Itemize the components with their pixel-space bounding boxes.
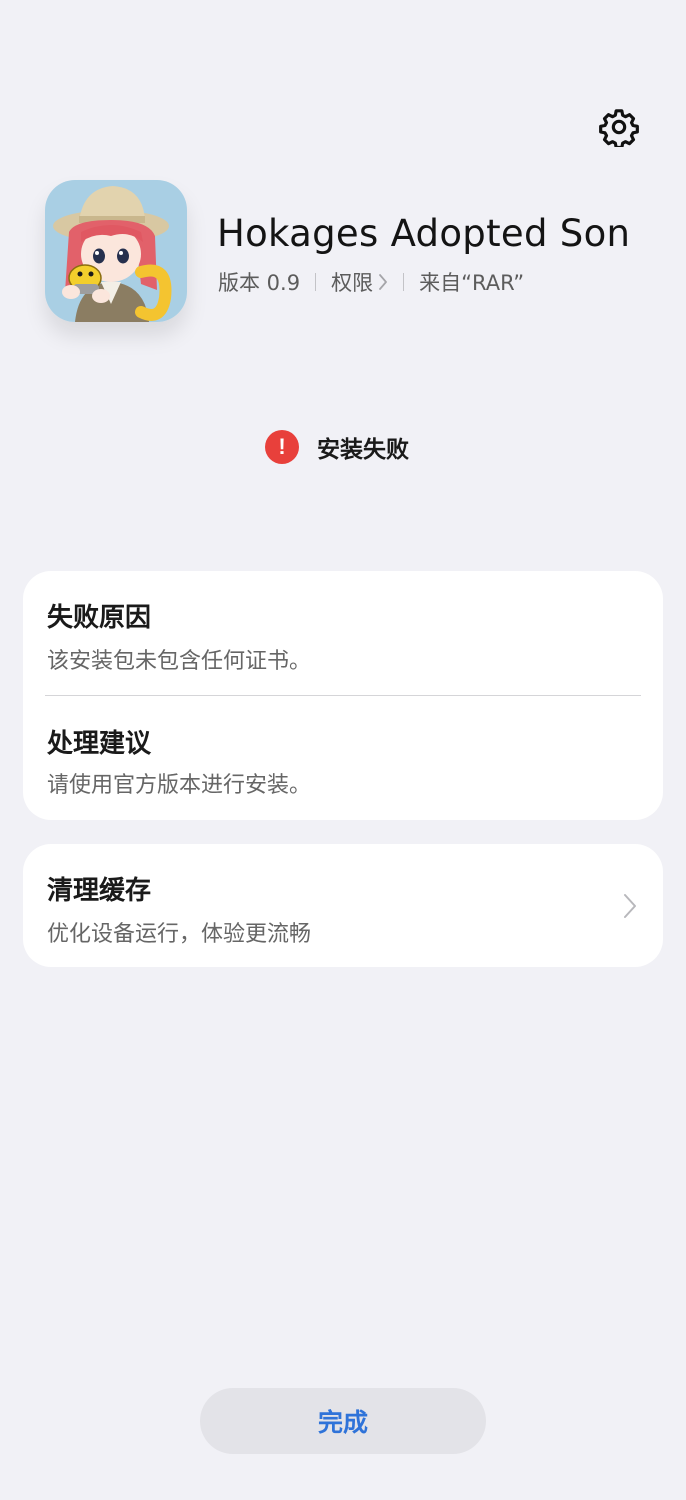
clear-cache-card[interactable]: 清理缓存 优化设备运行，体验更流畅 (23, 844, 663, 967)
install-status: ! 安装失败 (0, 427, 686, 467)
clear-cache-desc: 优化设备运行，体验更流畅 (47, 922, 312, 947)
status-text: 安装失败 (317, 437, 409, 463)
suggestion-title: 处理建议 (47, 729, 152, 759)
error-icon: ! (265, 430, 299, 464)
done-button[interactable]: 完成 (200, 1388, 486, 1454)
chevron-right-icon (378, 273, 388, 291)
app-source: 来自“RAR” (419, 271, 525, 295)
settings-button[interactable] (598, 106, 640, 148)
chevron-right-icon (623, 892, 637, 924)
divider (45, 695, 641, 696)
meta-divider (403, 273, 405, 291)
failure-reason-desc: 该安装包未包含任何证书。 (47, 649, 312, 674)
app-icon (45, 180, 187, 322)
app-version: 版本 0.9 (218, 271, 301, 295)
permissions-link[interactable]: 权限 (331, 267, 388, 297)
meta-divider (315, 273, 317, 291)
permissions-label: 权限 (331, 271, 374, 295)
clear-cache-title: 清理缓存 (47, 876, 152, 906)
failure-info-card: 失败原因 该安装包未包含任何证书。 处理建议 请使用官方版本进行安装。 (23, 571, 663, 820)
gear-icon (599, 109, 639, 147)
app-name: Hokages Adopted Son (217, 212, 631, 255)
failure-reason-title: 失败原因 (47, 603, 152, 633)
suggestion-desc: 请使用官方版本进行安装。 (47, 773, 312, 798)
app-meta: 版本 0.9 权限 来自“RAR” (218, 265, 524, 299)
